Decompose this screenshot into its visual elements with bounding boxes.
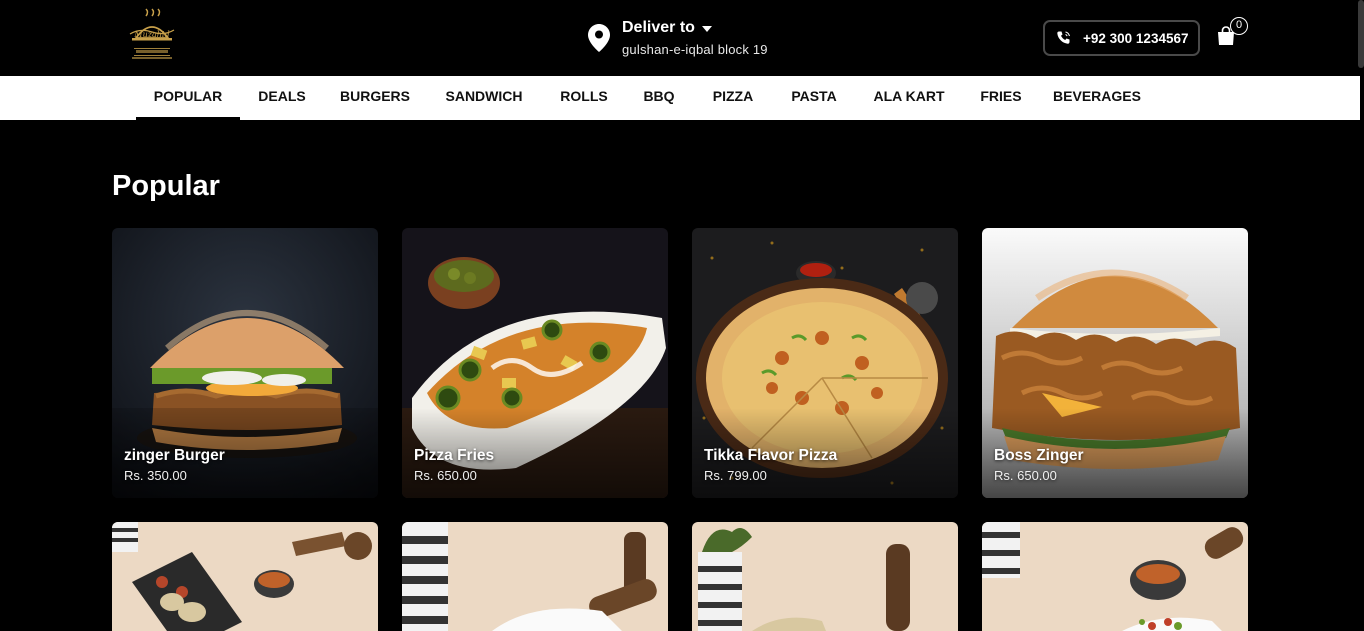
product-image-sandwich-plate <box>402 522 668 631</box>
section-title: Popular <box>112 170 220 202</box>
svg-text:Muzahid: Muzahid <box>133 30 169 39</box>
phone-button[interactable]: +92 300 1234567 <box>1043 20 1200 56</box>
product-card[interactable] <box>112 522 378 631</box>
product-price: Rs. 650.00 <box>414 468 477 483</box>
product-price: Rs. 350.00 <box>124 468 187 483</box>
product-card[interactable] <box>692 522 958 631</box>
product-price: Rs. 799.00 <box>704 468 767 483</box>
phone-number: +92 300 1234567 <box>1083 31 1189 46</box>
nav-tab-sandwich[interactable]: SANDWICH <box>436 76 532 120</box>
nav-tab-pizza[interactable]: PIZZA <box>702 76 764 120</box>
deliver-to-label: Deliver to <box>622 19 695 36</box>
product-card[interactable]: Pizza Fries Rs. 650.00 <box>402 228 668 498</box>
product-image-platter <box>112 522 378 631</box>
product-name: zinger Burger <box>124 447 225 464</box>
nav-tab-ala-kart[interactable]: ALA KART <box>864 76 954 120</box>
phone-call-icon <box>1057 31 1071 44</box>
category-nav: POPULAR DEALS BURGERS SANDWICH ROLLS BBQ… <box>0 76 1360 120</box>
nav-tab-fries[interactable]: FRIES <box>972 76 1030 120</box>
product-price: Rs. 650.00 <box>994 468 1057 483</box>
product-image-pasta-table <box>692 522 958 631</box>
nav-tab-pasta[interactable]: PASTA <box>782 76 846 120</box>
product-card[interactable] <box>982 522 1248 631</box>
page-scrollbar-thumb[interactable] <box>1358 0 1364 68</box>
nav-tab-burgers[interactable]: BURGERS <box>332 76 418 120</box>
nav-tab-deals[interactable]: DEALS <box>250 76 314 120</box>
nav-tab-rolls[interactable]: ROLLS <box>552 76 616 120</box>
site-header: Muzahid Deliver to gulshan-e-iqbal block… <box>0 0 1364 76</box>
product-card[interactable]: Boss Zinger Rs. 650.00 <box>982 228 1248 498</box>
product-card[interactable] <box>402 522 668 631</box>
product-card[interactable]: zinger Burger Rs. 350.00 <box>112 228 378 498</box>
product-name: Pizza Fries <box>414 447 495 464</box>
product-name: Tikka Flavor Pizza <box>704 447 838 464</box>
product-image-salad-dip <box>982 522 1248 631</box>
cart-count-badge: 0 <box>1230 17 1248 35</box>
product-card[interactable]: Tikka Flavor Pizza Rs. 799.00 <box>692 228 958 498</box>
nav-tab-popular[interactable]: POPULAR <box>136 76 240 120</box>
nav-tab-beverages[interactable]: BEVERAGES <box>1048 76 1146 120</box>
nav-tab-bbq[interactable]: BBQ <box>634 76 684 120</box>
deliver-to-selector[interactable]: Deliver to gulshan-e-iqbal block 19 <box>588 18 808 62</box>
delivery-address: gulshan-e-iqbal block 19 <box>622 42 768 57</box>
location-pin-icon <box>588 24 610 52</box>
chevron-down-icon <box>702 26 712 32</box>
cart-button[interactable]: 0 <box>1214 16 1250 52</box>
brand-logo[interactable]: Muzahid <box>124 8 180 64</box>
product-name: Boss Zinger <box>994 447 1084 464</box>
